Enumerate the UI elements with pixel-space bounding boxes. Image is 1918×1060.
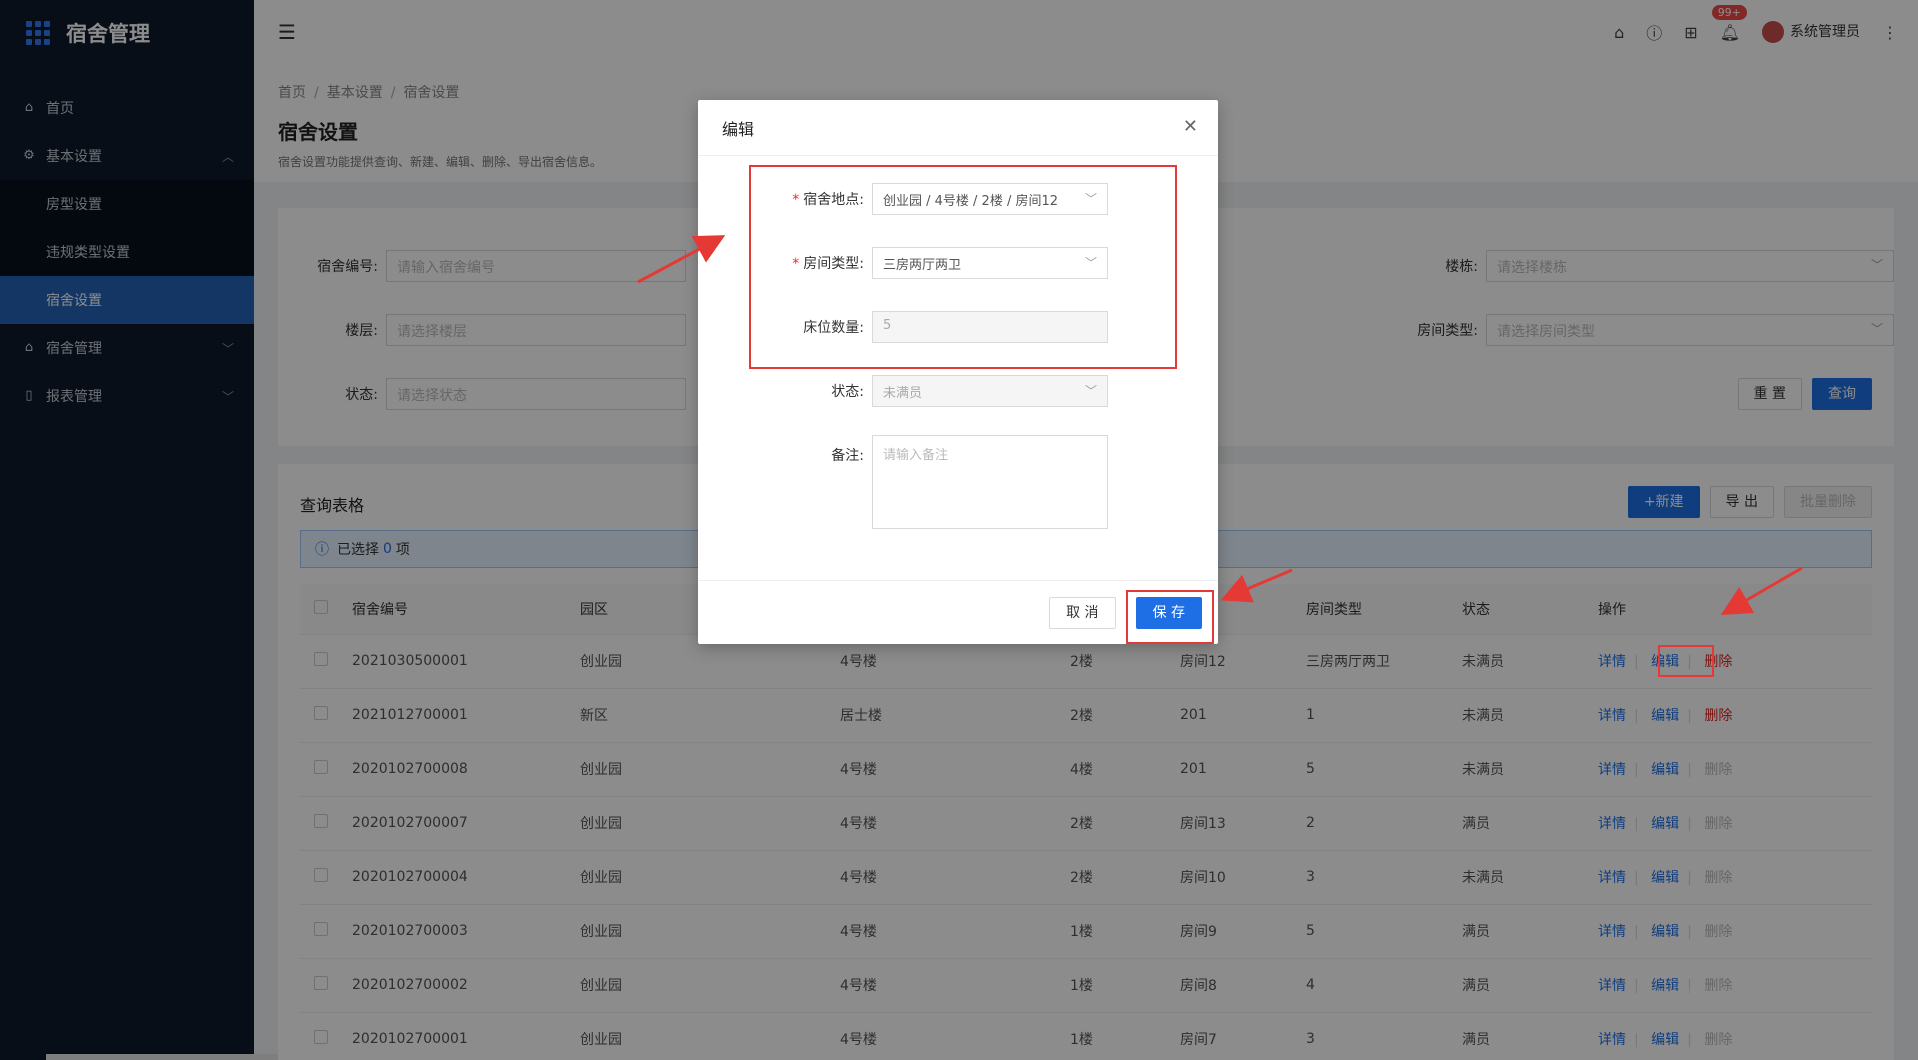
cancel-button[interactable]: 取 消	[1049, 597, 1116, 629]
modal-header: 编辑 ✕	[698, 100, 1218, 156]
status-select: 未满员 ﹀	[872, 375, 1108, 407]
annotation-box-edit	[1658, 645, 1714, 677]
close-icon[interactable]: ✕	[1183, 116, 1198, 137]
annotation-box-save	[1126, 590, 1214, 644]
chevron-down-icon: ﹀	[1084, 384, 1097, 398]
remark-textarea[interactable]: 请输入备注	[872, 435, 1108, 529]
annotation-box-form	[749, 165, 1177, 369]
modal-title: 编辑	[722, 119, 755, 139]
form-row-status: 状态: 未满员 ﹀	[698, 375, 1108, 407]
form-row-remark: 备注: 请输入备注	[698, 435, 1108, 529]
field-label: 备注:	[831, 448, 864, 464]
field-label: 状态:	[831, 384, 864, 400]
